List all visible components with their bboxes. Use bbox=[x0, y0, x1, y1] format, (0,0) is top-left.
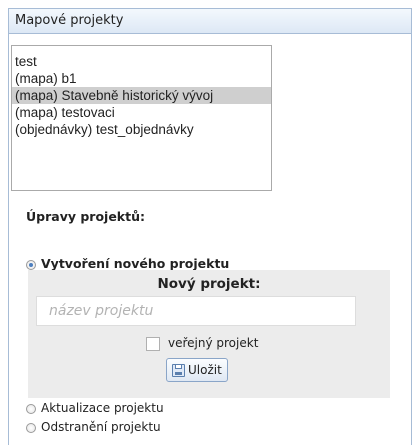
panel-title: Mapové projekty bbox=[9, 9, 411, 34]
create-project-radio[interactable] bbox=[26, 259, 36, 270]
project-edits-heading: Úpravy projektů: bbox=[26, 209, 145, 224]
delete-project-label: Odstranění projektu bbox=[41, 420, 161, 434]
floppy-disk-icon bbox=[172, 363, 185, 377]
delete-project-option[interactable]: Odstranění projektu bbox=[26, 420, 161, 434]
update-project-option[interactable]: Aktualizace projektu bbox=[26, 401, 164, 415]
project-item-b1[interactable]: (mapa) b1 bbox=[12, 70, 271, 87]
public-project-label: veřejný projekt bbox=[168, 336, 259, 350]
public-project-checkbox[interactable] bbox=[146, 336, 160, 351]
new-project-form: Nový projekt: veřejný projekt Uložit bbox=[28, 270, 390, 398]
save-button-label: Uložit bbox=[188, 363, 222, 377]
new-project-title: Nový projekt: bbox=[157, 276, 261, 292]
delete-project-radio[interactable] bbox=[26, 422, 36, 433]
create-project-option[interactable]: Vytvoření nového projektu bbox=[26, 256, 229, 271]
project-name-input[interactable] bbox=[36, 296, 356, 326]
save-button[interactable]: Uložit bbox=[166, 358, 228, 382]
projects-listbox[interactable]: test (mapa) b1 (mapa) Stavebně historick… bbox=[11, 45, 272, 191]
project-item-test[interactable]: test bbox=[12, 53, 271, 70]
project-item-test-objednavky[interactable]: (objednávky) test_objednávky bbox=[12, 121, 271, 138]
update-project-label: Aktualizace projektu bbox=[41, 401, 164, 415]
update-project-radio[interactable] bbox=[26, 403, 36, 414]
project-item-testovaci[interactable]: (mapa) testovaci bbox=[12, 104, 271, 121]
create-project-label: Vytvoření nového projektu bbox=[41, 256, 230, 271]
project-item-stavebne-historicky-vyvoj[interactable]: (mapa) Stavebně historický vývoj bbox=[12, 87, 271, 104]
public-project-option[interactable]: veřejný projekt bbox=[146, 336, 258, 351]
listbox-top-padding bbox=[12, 46, 271, 53]
